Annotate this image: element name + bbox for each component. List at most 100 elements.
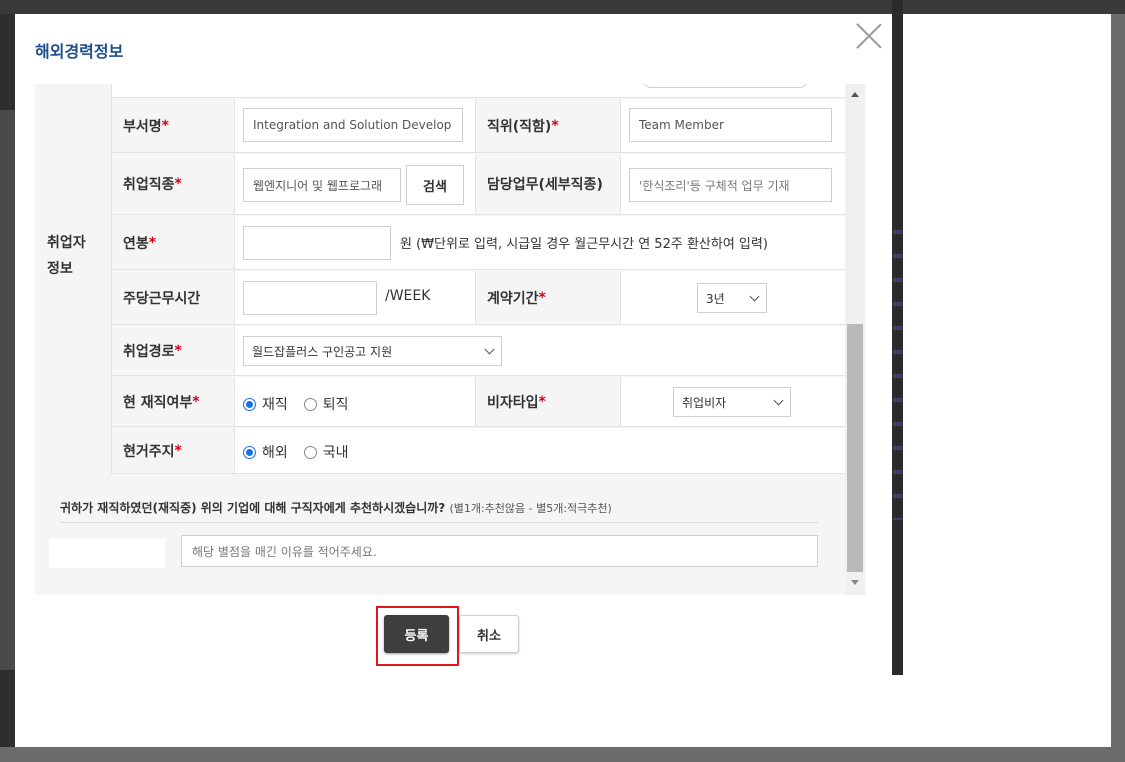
divider	[234, 377, 235, 426]
visa-type-selected: 취업비자	[682, 395, 727, 410]
close-icon[interactable]	[853, 20, 885, 52]
radio-domestic[interactable]	[303, 445, 317, 459]
contract-period-select[interactable]: 3년	[697, 283, 767, 313]
employment-status-label: 현 재직여부	[123, 394, 193, 411]
recommend-question: 귀하가 재직하였던(재직중) 위의 기업에 대해 구직자에게 추천하시겠습니까?…	[60, 499, 612, 516]
weekly-hours-label: 주당근무시간	[123, 290, 201, 307]
visa-type-label: 비자타입	[487, 394, 539, 411]
salary-input[interactable]	[243, 226, 391, 260]
employment-status-radio-group: 재직 퇴직	[243, 394, 365, 414]
recommend-scale: (별1개:추천않음 - 별5개:적극추천)	[449, 502, 612, 515]
chevron-down-icon	[484, 344, 495, 354]
residence-label: 현거주지	[123, 443, 175, 460]
form-scroll-area[interactable]: 취업자 정보 부서명 * Integration and Solution Dev…	[35, 84, 865, 595]
divider	[620, 154, 621, 214]
radio-resigned[interactable]	[303, 397, 317, 411]
contract-period-label-cell: 계약기간 *	[476, 271, 620, 324]
residence-radio-group: 해외 국내	[243, 442, 365, 462]
required-mark: *	[551, 117, 559, 134]
contract-period-label: 계약기간	[487, 290, 539, 307]
position-input[interactable]: Team Member	[629, 108, 832, 142]
required-mark: *	[538, 393, 546, 410]
scrollbar[interactable]	[845, 84, 865, 595]
required-mark: *	[174, 176, 182, 192]
position-label-cell: 직위(직함) *	[476, 99, 620, 152]
duty-input[interactable]: '한식조리'등 구체적 업무 기재	[629, 168, 832, 202]
chevron-down-icon	[749, 291, 760, 301]
row-job-type: 취업직종 * 웹엔지니어 및 웹프로그래 검색 담당업무(세부직종) '한식조리'…	[112, 154, 845, 215]
divider	[620, 99, 621, 152]
row-salary: 연봉 * 원 (₩단위로 입력, 시급일 경우 월근무시간 연 52주 환산하여 …	[112, 216, 845, 270]
contract-period-selected: 3년	[706, 291, 725, 306]
row-employment-route: 취업경로 * 월드잡플러스 구인공고 지원	[112, 326, 845, 376]
required-mark: *	[148, 234, 157, 251]
backdrop-bottom	[15, 675, 1111, 747]
required-mark: *	[192, 393, 200, 410]
backdrop-top	[0, 0, 1125, 14]
employment-route-select[interactable]: 월드잡플러스 구인공고 지원	[243, 336, 502, 366]
previous-row-input	[643, 84, 808, 88]
radio-resigned-label: 퇴직	[322, 397, 349, 413]
visa-type-label-cell: 비자타입 *	[476, 377, 620, 426]
required-mark: *	[174, 342, 182, 359]
rating-reason-input[interactable]: 해당 별점을 매긴 이유를 적어주세요.	[181, 535, 818, 567]
radio-overseas[interactable]	[243, 445, 256, 459]
department-label-cell: 부서명 *	[112, 99, 234, 152]
previous-row-partial	[35, 84, 845, 98]
row-residence: 현거주지 * 해외 국내	[112, 428, 845, 474]
divider	[234, 271, 235, 324]
position-label: 직위(직함)	[487, 118, 552, 135]
cancel-button[interactable]: 취소	[459, 615, 519, 653]
divider	[234, 428, 235, 473]
duty-label: 담당업무(세부직종)	[487, 177, 603, 193]
overseas-career-modal: 해외경력정보 취업자 정보 부서명 * Integration and Solut…	[15, 14, 892, 675]
employee-info-label-line1: 취업자	[47, 235, 86, 251]
row-weekly-hours: 주당근무시간 /WEEK 계약기간 * 3년	[112, 271, 845, 325]
employment-route-selected: 월드잡플러스 구인공고 지원	[252, 344, 393, 359]
employee-info-group: 취업자 정보	[35, 84, 112, 474]
duty-label-cell: 담당업무(세부직종)	[476, 154, 620, 214]
job-type-label: 취업직종	[123, 177, 175, 193]
required-mark: *	[174, 442, 182, 459]
backdrop-right-page	[903, 14, 1111, 747]
job-type-label-cell: 취업직종 *	[112, 154, 234, 214]
divider	[60, 522, 818, 523]
radio-domestic-label: 국내	[322, 445, 349, 461]
row-department: 부서명 * Integration and Solution Develop 직위…	[112, 99, 845, 153]
job-type-search-button[interactable]: 검색	[406, 165, 464, 205]
radio-employed[interactable]	[243, 397, 256, 411]
divider	[234, 99, 235, 152]
employment-status-label-cell: 현 재직여부 *	[112, 377, 234, 426]
row-employment-status: 현 재직여부 * 재직 퇴직 비자타입 * 취업비자	[112, 377, 845, 427]
job-type-input[interactable]: 웹엔지니어 및 웹프로그래	[243, 168, 401, 202]
employee-info-label-line2: 정보	[47, 261, 73, 277]
visa-type-select[interactable]: 취업비자	[673, 387, 791, 417]
backdrop-checkbox-column	[893, 210, 903, 520]
modal-title: 해외경력정보	[35, 42, 124, 61]
divider	[234, 326, 235, 375]
residence-label-cell: 현거주지 *	[112, 428, 234, 473]
salary-hint: 원 (₩단위로 입력, 시급일 경우 월근무시간 연 52주 환산하여 입력)	[400, 237, 768, 252]
register-button[interactable]: 등록	[384, 615, 449, 653]
department-label: 부서명	[123, 118, 162, 135]
employment-route-label: 취업경로	[123, 343, 175, 360]
chevron-down-icon	[773, 395, 784, 405]
radio-employed-label: 재직	[262, 397, 288, 413]
required-mark: *	[538, 289, 546, 306]
weekly-hours-unit: /WEEK	[385, 288, 431, 304]
divider	[620, 377, 621, 426]
backdrop-page-behind	[0, 110, 15, 670]
radio-overseas-label: 해외	[262, 445, 288, 461]
star-rating[interactable]	[49, 539, 165, 568]
recommend-question-text: 귀하가 재직하였던(재직중) 위의 기업에 대해 구직자에게 추천하시겠습니까?	[60, 501, 446, 515]
salary-label-cell: 연봉 *	[112, 216, 234, 269]
weekly-hours-input[interactable]	[243, 281, 377, 315]
divider	[234, 154, 235, 214]
scroll-up-arrow-icon[interactable]	[851, 92, 859, 97]
divider	[620, 271, 621, 324]
scrollbar-thumb[interactable]	[847, 324, 863, 572]
divider	[234, 216, 235, 269]
scroll-down-arrow-icon[interactable]	[851, 580, 859, 585]
department-input[interactable]: Integration and Solution Develop	[243, 108, 463, 142]
employee-info-label: 취업자 정보	[47, 230, 86, 282]
